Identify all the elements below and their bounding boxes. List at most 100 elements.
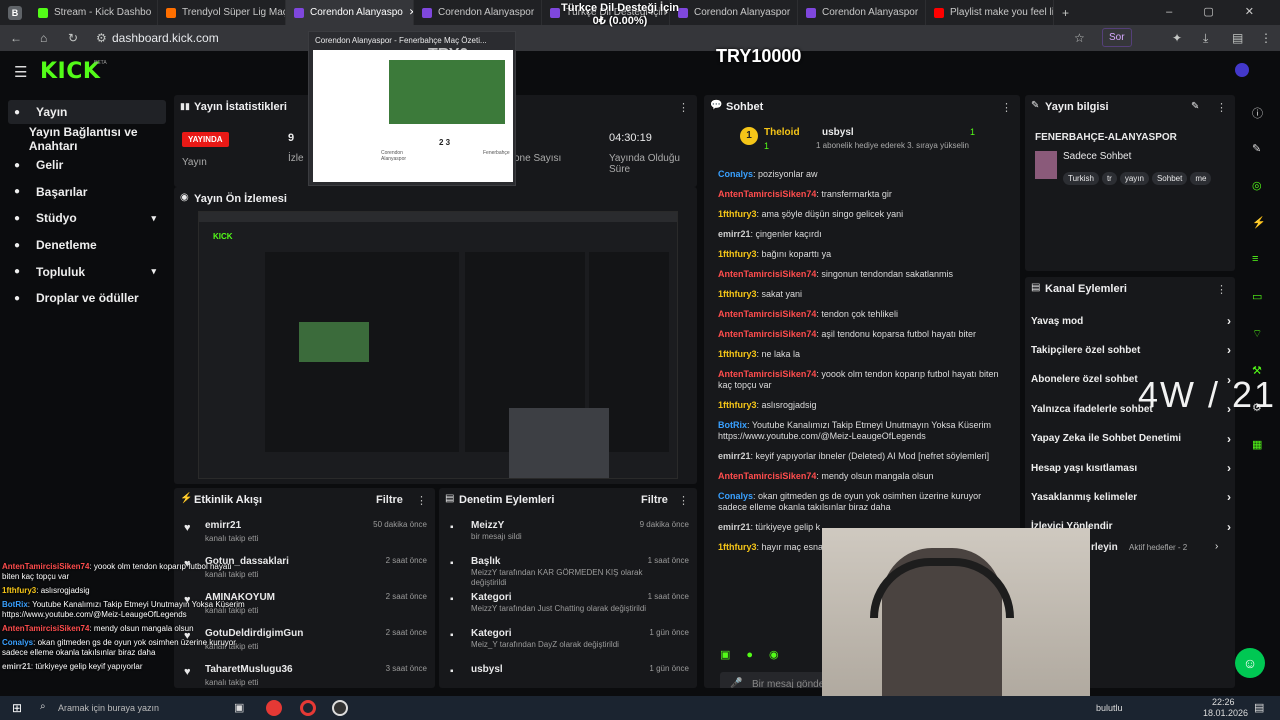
activity-menu-icon[interactable]: ⋮: [416, 494, 427, 507]
sidebar-item[interactable]: Yayın Bağlantısı ve Anahtarı: [8, 125, 166, 153]
chat-username[interactable]: AntenTamircisiSiken74: [718, 329, 816, 339]
chat-username[interactable]: emirr21: [718, 451, 751, 461]
tag-pill[interactable]: Sohbet: [1151, 172, 1188, 185]
pinned-user1[interactable]: Theloid: [764, 127, 800, 138]
sidebar-toggle-icon[interactable]: ▤: [1232, 31, 1243, 45]
sidebar-item[interactable]: ● Denetleme: [8, 233, 166, 257]
moderation-filter-button[interactable]: Filtre: [641, 494, 668, 506]
bookmark-icon[interactable]: ☆: [1074, 31, 1085, 45]
browser-menu-dots-icon[interactable]: ⋮: [1260, 31, 1272, 45]
sidebar-item[interactable]: ● Yayın: [8, 100, 166, 124]
extensions-icon[interactable]: ✦: [1172, 31, 1182, 45]
chat-username[interactable]: 1fthfury3: [718, 349, 757, 359]
target-icon[interactable]: ◎: [1252, 179, 1262, 192]
broadcast-icon[interactable]: ⌔: [1252, 327, 1262, 341]
heart-icon: ♥: [184, 522, 191, 534]
taskbar-app-icon[interactable]: [266, 700, 282, 716]
sidebar-item[interactable]: ● Droplar ve ödüller: [8, 286, 166, 310]
obs-icon[interactable]: [332, 700, 348, 716]
chat-username[interactable]: 1fthfury3: [718, 542, 757, 552]
window-controls[interactable]: – ▢ ✕: [1166, 5, 1268, 18]
trophy-icon: ●: [14, 186, 21, 198]
grid-icon[interactable]: ▦: [1252, 438, 1262, 451]
start-icon[interactable]: ⊞: [12, 701, 22, 715]
sidebar-item[interactable]: ● Stüdyo ▾: [8, 206, 166, 230]
chat-username[interactable]: BotRix: [718, 420, 747, 430]
channel-action[interactable]: Yasaklanmış kelimeler ›: [1031, 487, 1231, 507]
chat-username[interactable]: 1fthfury3: [718, 249, 757, 259]
chat-username[interactable]: AntenTamircisiSiken74: [718, 369, 816, 379]
chat-menu-icon[interactable]: ⋮: [1001, 101, 1012, 114]
tag-pill[interactable]: Turkish: [1063, 172, 1099, 185]
goals-chevron-icon[interactable]: ›: [1215, 541, 1218, 552]
channel-action[interactable]: Hesap yaşı kısıtlaması ›: [1031, 458, 1231, 478]
actions-menu-icon[interactable]: ⋮: [1216, 283, 1227, 296]
browser-tab[interactable]: Stream - Kick Dashbo✕: [30, 0, 158, 25]
url-field[interactable]: dashboard.kick.com: [112, 31, 219, 45]
reload-icon[interactable]: ↻: [68, 31, 78, 45]
chat-username[interactable]: Conalys: [718, 169, 753, 179]
stats-menu-icon[interactable]: ⋮: [678, 101, 689, 114]
browser-tab[interactable]: Corendon Alanyaspor✕: [798, 0, 926, 25]
taskbar-search-icon[interactable]: ⌕: [40, 701, 46, 712]
back-icon[interactable]: ←: [10, 31, 22, 45]
chat-username[interactable]: Conalys: [718, 491, 753, 501]
floating-support-button[interactable]: ☺: [1235, 648, 1265, 678]
task-view-icon[interactable]: ▣: [234, 701, 244, 714]
sidebar-item[interactable]: ● Topluluk ▾: [8, 260, 166, 284]
address-bar: ← ⌂ ↻ ⚙ dashboard.kick.com ☆ Sor ✦ ⤓ ▤ ⋮: [0, 25, 1280, 51]
goals-label[interactable]: Aktif hedefler - 2: [1129, 543, 1187, 552]
channel-action[interactable]: Yapay Zeka ile Sohbet Denetimi ›: [1031, 429, 1231, 449]
pinned-user2[interactable]: usbysl: [822, 127, 854, 138]
beta-label: BETA: [94, 60, 107, 66]
chevron-down-icon[interactable]: ▾: [151, 213, 156, 224]
browser-tab[interactable]: Playlist make you feel lik✕: [926, 0, 1054, 25]
chat-username[interactable]: emirr21: [718, 522, 751, 532]
edit-info-icon[interactable]: ✎: [1191, 101, 1199, 112]
pencil-icon[interactable]: ✎: [1252, 142, 1261, 155]
kick-logo[interactable]: KICK: [40, 59, 100, 84]
browser-tab[interactable]: Trendyol Süper Lig Maç✕: [158, 0, 286, 25]
browser-tab[interactable]: Corendon Alanyaspo✕: [286, 0, 414, 25]
chat-username[interactable]: 1fthfury3: [718, 209, 757, 219]
channel-action[interactable]: Takipçilere özel sohbet ›: [1031, 340, 1231, 360]
info-menu-icon[interactable]: ⋮: [1216, 101, 1227, 114]
info-icon[interactable]: ⓘ: [1252, 105, 1263, 121]
browser-tab[interactable]: Corendon Alanyaspor✕: [414, 0, 542, 25]
site-info-icon[interactable]: ⚙: [96, 31, 107, 45]
sidebar-item[interactable]: ● Başarılar: [8, 180, 166, 204]
user-avatar[interactable]: [1235, 63, 1249, 77]
channel-action[interactable]: Yavaş mod ›: [1031, 311, 1231, 331]
new-tab-button[interactable]: +: [1062, 6, 1069, 20]
opera-icon[interactable]: [300, 700, 316, 716]
tag-pill[interactable]: tr: [1101, 172, 1117, 185]
list-icon[interactable]: ≡: [1252, 253, 1258, 265]
tag-pill[interactable]: me: [1190, 172, 1212, 185]
activity-filter-button[interactable]: Filtre: [376, 494, 403, 506]
sidebar-item[interactable]: ● Gelir: [8, 153, 166, 177]
chat-username[interactable]: emirr21: [718, 229, 751, 239]
chevron-down-icon[interactable]: ▾: [151, 266, 156, 277]
category-name[interactable]: Sadece Sohbet: [1063, 151, 1131, 162]
chat-bubble-icon[interactable]: ▭: [1252, 290, 1262, 303]
chat-username[interactable]: 1fthfury3: [718, 400, 757, 410]
sor-button[interactable]: Sor: [1102, 28, 1132, 47]
activity-user[interactable]: emirr21: [205, 520, 241, 531]
downloads-icon[interactable]: ⤓: [1203, 31, 1208, 46]
chat-username[interactable]: 1fthfury3: [718, 289, 757, 299]
tag-pill[interactable]: yayın: [1119, 172, 1149, 185]
hamburger-icon[interactable]: ☰: [14, 63, 27, 81]
goal-target-label: TRY10000: [716, 46, 802, 66]
bolt-icon[interactable]: ⚡: [1252, 216, 1266, 229]
moderation-menu-icon[interactable]: ⋮: [678, 494, 689, 507]
moderation-desc: Meiz_Y tarafından DayZ olarak değiştiril…: [471, 640, 619, 649]
notifications-icon[interactable]: ▤: [1254, 701, 1264, 714]
preview-video[interactable]: KICK: [198, 211, 678, 479]
home-icon[interactable]: ⌂: [40, 31, 47, 45]
browser-menu-icon[interactable]: B: [0, 0, 30, 25]
chat-username[interactable]: AntenTamircisiSiken74: [718, 471, 816, 481]
taskbar-search[interactable]: Aramak için buraya yazın: [58, 703, 159, 713]
chat-username[interactable]: AntenTamircisiSiken74: [718, 189, 816, 199]
chat-username[interactable]: AntenTamircisiSiken74: [718, 269, 816, 279]
chat-username[interactable]: AntenTamircisiSiken74: [718, 309, 816, 319]
